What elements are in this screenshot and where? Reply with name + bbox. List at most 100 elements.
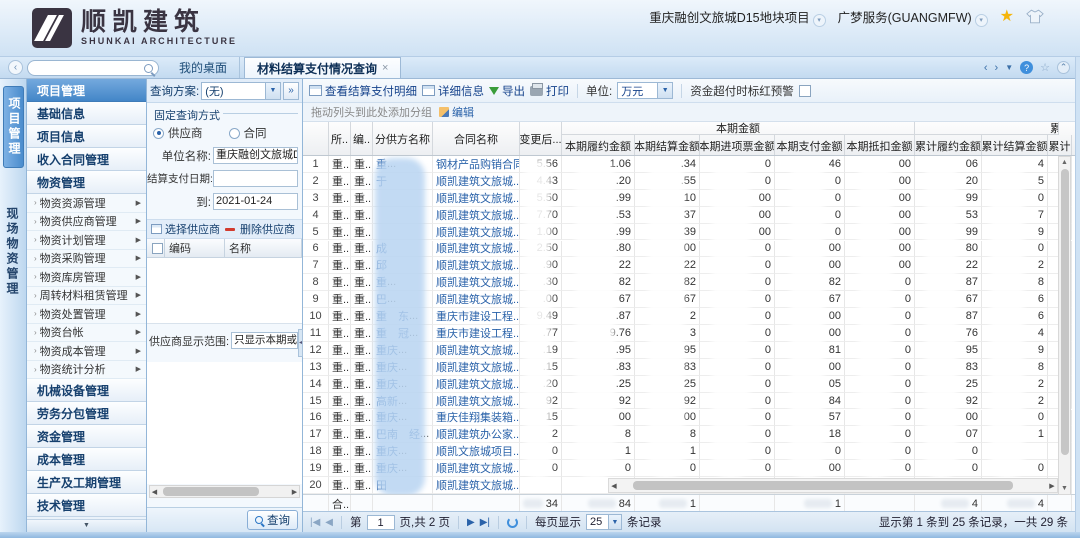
supplier-grid-col-code[interactable]: 编码 xyxy=(165,239,225,257)
export-button[interactable]: 导出 xyxy=(489,83,525,99)
contract-link[interactable]: 顺凯建筑文旅城... xyxy=(436,224,520,240)
query-button[interactable]: 查询 xyxy=(247,510,298,530)
contract-link[interactable]: 顺凯建筑文旅城... xyxy=(436,257,520,273)
first-page-icon[interactable]: |◀ xyxy=(310,517,320,528)
contract-link[interactable]: 顺凯建筑文旅城... xyxy=(436,393,520,409)
contract-link[interactable]: 顺凯建筑文旅城... xyxy=(436,241,520,257)
query-panel-hscrollbar[interactable]: ◀▶ xyxy=(149,485,300,498)
to-date-field[interactable]: 2021-01-24 xyxy=(213,193,298,210)
range-select[interactable]: 只显示本期或欠付有值 xyxy=(231,332,298,349)
sidebar-item-20[interactable]: 技术管理 xyxy=(27,494,146,517)
tab-list-dropdown-icon[interactable]: ▼ xyxy=(1005,63,1013,72)
sidebar-item-11[interactable]: ›物资处置管理▶ xyxy=(27,305,146,324)
contract-link[interactable]: 顺凯建筑文旅城... xyxy=(436,291,520,307)
overpay-warning-checkbox[interactable] xyxy=(799,85,811,97)
contract-link[interactable]: 顺凯建筑文旅城... xyxy=(436,359,520,375)
tab-material-settlement[interactable]: 材料结算支付情况查询× xyxy=(244,57,401,78)
page-number-input[interactable]: 1 xyxy=(367,515,395,530)
column-header-9[interactable]: 本期支付金额 xyxy=(775,135,845,156)
collapse-left-icon[interactable]: ‹ xyxy=(8,60,23,75)
contract-link[interactable]: 顺凯建筑文旅城... xyxy=(436,477,520,493)
grid-hscrollbar[interactable]: ◀▶ xyxy=(608,478,1058,493)
contract-link[interactable]: 顺凯建筑文旅城... xyxy=(436,460,520,476)
column-header-5[interactable]: 变更后... xyxy=(520,122,562,156)
column-header-7[interactable]: 本期结算金额 xyxy=(635,135,700,156)
chevron-down-icon[interactable]: ▾ xyxy=(813,14,826,27)
contract-link[interactable]: 重庆市建设工程... xyxy=(436,325,520,341)
sidebar-item-10[interactable]: ›周转材料租赁管理▶ xyxy=(27,287,146,306)
help-icon[interactable]: ? xyxy=(1020,61,1033,74)
star-outline-icon[interactable]: ☆ xyxy=(1040,61,1050,74)
radio-contract[interactable]: 合同 xyxy=(229,125,267,141)
unit-name-field[interactable]: 重庆融创文旅城D15地块 xyxy=(213,147,298,164)
contract-link[interactable]: 顺凯建筑文旅城... xyxy=(436,173,520,189)
chevron-down-icon[interactable]: ▾ xyxy=(975,14,988,27)
scrollbar-thumb[interactable] xyxy=(633,481,1013,490)
radio-supplier[interactable]: 供应商 xyxy=(153,125,203,141)
contract-link[interactable]: 重庆佳翔集装箱... xyxy=(436,410,520,426)
column-header-12[interactable]: 累计结算金额 xyxy=(982,135,1048,156)
scroll-up-icon[interactable]: ▲ xyxy=(1059,157,1070,168)
scroll-tabs-left-icon[interactable]: ‹ xyxy=(984,62,988,74)
close-icon[interactable]: × xyxy=(382,62,388,74)
sidebar-item-7[interactable]: ›物资计划管理▶ xyxy=(27,231,146,250)
scroll-right-icon[interactable]: ▶ xyxy=(290,488,299,496)
contract-link[interactable]: 重庆市建设工程... xyxy=(436,308,520,324)
favorite-star-icon[interactable]: ★ xyxy=(1000,9,1014,25)
menu-search-input[interactable] xyxy=(27,60,159,76)
column-header-2[interactable]: 编.. xyxy=(351,122,373,156)
supplier-grid-col-name[interactable]: 名称 xyxy=(225,239,302,257)
settle-date-field[interactable] xyxy=(213,170,298,187)
sidebar-item-3[interactable]: 收入合同管理 xyxy=(27,148,146,171)
sidebar-item-8[interactable]: ›物资采购管理▶ xyxy=(27,250,146,269)
user-menu[interactable]: 广梦服务(GUANGMFW)▾ xyxy=(838,7,988,27)
refresh-icon[interactable] xyxy=(507,517,518,528)
prev-page-icon[interactable]: ◀ xyxy=(325,517,333,528)
contract-link[interactable]: 顺凯建筑文旅城... xyxy=(436,342,520,358)
unit-select[interactable]: 万元▼ xyxy=(617,82,673,99)
scheme-select[interactable]: (无)▼ xyxy=(201,82,281,100)
detail-info-button[interactable]: 详细信息 xyxy=(422,83,484,99)
contract-link[interactable]: 顺凯建筑文旅城... xyxy=(436,376,520,392)
sidebar-item-5[interactable]: ›物资资源管理▶ xyxy=(27,194,146,213)
sidebar-item-18[interactable]: 成本管理 xyxy=(27,448,146,471)
scroll-down-icon[interactable]: ▼ xyxy=(1059,483,1070,494)
column-header-6[interactable]: 本期履约金额 xyxy=(562,135,635,156)
scheme-more-button[interactable]: » xyxy=(283,82,299,100)
contract-link[interactable]: 顺凯建筑办公家... xyxy=(436,426,520,442)
tab-desktop[interactable]: 我的桌面 xyxy=(167,57,240,78)
view-settlement-detail-button[interactable]: 查看结算支付明细 xyxy=(309,83,417,99)
sidebar-item-15[interactable]: 机械设备管理 xyxy=(27,379,146,402)
scrollbar-thumb[interactable] xyxy=(163,487,259,496)
perpage-select[interactable]: 25▼ xyxy=(586,514,622,530)
contract-link[interactable]: 顺凯文旅城项目... xyxy=(436,443,520,459)
sidebar-item-12[interactable]: ›物资台帐▶ xyxy=(27,324,146,343)
last-page-icon[interactable]: ▶| xyxy=(480,517,490,528)
theme-shirt-icon[interactable] xyxy=(1026,9,1044,24)
sidebar-scroll-down-icon[interactable]: ▼ xyxy=(27,519,146,532)
sidebar-item-9[interactable]: ›物资库房管理▶ xyxy=(27,268,146,287)
collapse-up-icon[interactable]: ⌃ xyxy=(1057,61,1070,74)
sidebar-item-1[interactable]: 基础信息 xyxy=(27,102,146,125)
sidebar-item-0[interactable]: 项目管理 xyxy=(27,79,146,102)
sidebar-item-4[interactable]: 物资管理 xyxy=(27,171,146,194)
sidebar-item-14[interactable]: ›物资统计分析▶ xyxy=(27,361,146,380)
sidebar-item-13[interactable]: ›物资成本管理▶ xyxy=(27,342,146,361)
column-header-10[interactable]: 本期抵扣金额 xyxy=(845,135,915,156)
select-supplier-button[interactable]: 选择供应商 xyxy=(165,221,220,237)
supplier-grid-body[interactable] xyxy=(147,258,302,324)
column-header-1[interactable]: 所.. xyxy=(329,122,351,156)
scroll-left-icon[interactable]: ◀ xyxy=(609,482,619,490)
next-page-icon[interactable]: ▶ xyxy=(467,517,475,528)
delete-supplier-button[interactable]: 删除供应商 xyxy=(240,221,295,237)
contract-link[interactable]: 顺凯建筑文旅城... xyxy=(436,190,520,206)
project-selector[interactable]: 重庆融创文旅城D15地块项目▾ xyxy=(649,7,825,27)
sidebar-item-6[interactable]: ›物资供应商管理▶ xyxy=(27,213,146,232)
contract-link[interactable]: 顺凯建筑文旅城... xyxy=(436,207,520,223)
scroll-right-icon[interactable]: ▶ xyxy=(1047,482,1057,490)
column-header-8[interactable]: 本期进项票金额 xyxy=(700,135,775,156)
column-header-4[interactable]: 合同名称 xyxy=(433,122,520,156)
sidebar-item-17[interactable]: 资金管理 xyxy=(27,425,146,448)
module-tab-project-mgmt[interactable]: 项目管理 xyxy=(3,86,24,168)
sidebar-item-2[interactable]: 项目信息 xyxy=(27,125,146,148)
